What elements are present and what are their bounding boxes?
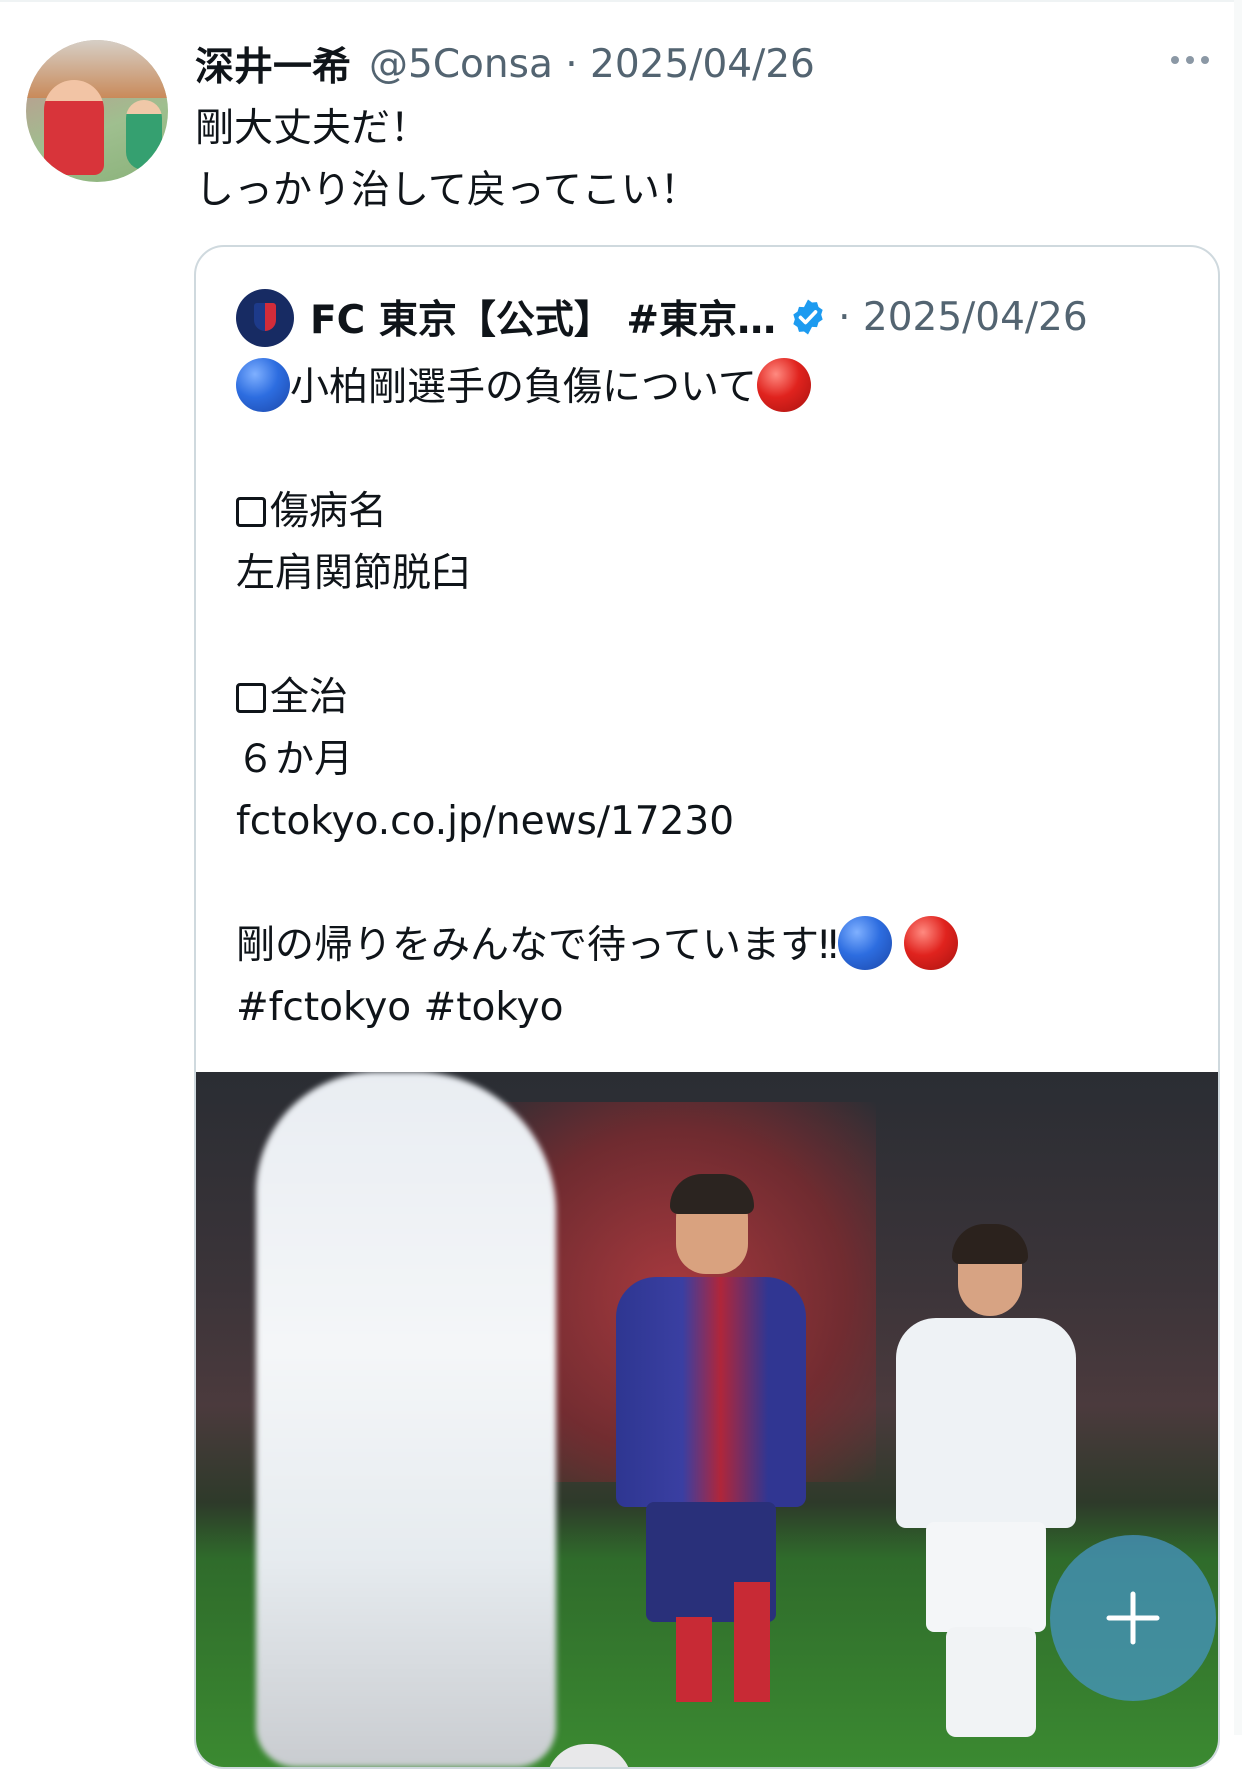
fc-tokyo-logo bbox=[254, 303, 276, 331]
avatar-person bbox=[44, 80, 104, 175]
red-circle-emoji bbox=[756, 358, 811, 412]
dot bbox=[1171, 56, 1179, 64]
avatar[interactable] bbox=[26, 40, 168, 182]
top-divider bbox=[0, 0, 1242, 2]
quote-time: · 2025/04/26 bbox=[838, 294, 1088, 340]
quote-display-name[interactable]: FC 東京【公式】 #東京… bbox=[310, 289, 776, 345]
jersey bbox=[616, 1277, 806, 1507]
quote-title: 小柏剛選手の負傷について bbox=[290, 365, 757, 410]
handle-and-time[interactable]: @5Consa · 2025/04/26 bbox=[369, 42, 815, 87]
checkbox-icon bbox=[236, 683, 266, 713]
verified-badge-icon bbox=[793, 299, 823, 335]
injury-label: 傷病名 bbox=[270, 489, 388, 534]
tweet-text-line: しっかり治して戻ってこい！ bbox=[195, 168, 699, 213]
recovery-label: 全治 bbox=[270, 675, 349, 720]
avatar-other-person bbox=[126, 100, 162, 170]
ball bbox=[546, 1744, 632, 1767]
quote-avatar[interactable] bbox=[236, 289, 294, 347]
hair bbox=[670, 1174, 754, 1214]
tweet-text: 剛大丈夫だ！ しっかり治して戻ってこい！ bbox=[195, 98, 699, 222]
jersey bbox=[896, 1318, 1076, 1528]
quote-header: FC 東京【公式】 #東京… · 2025/04/26 bbox=[310, 285, 1088, 349]
dot bbox=[1186, 56, 1194, 64]
shorts bbox=[926, 1522, 1046, 1632]
hair bbox=[952, 1224, 1028, 1264]
quote-body: 小柏剛選手の負傷について 傷病名 左肩関節脱臼 全治 ６か月 fctokyo.c… bbox=[236, 357, 1196, 1039]
red-circle-emoji bbox=[904, 916, 959, 970]
compose-button[interactable] bbox=[1050, 1535, 1216, 1701]
quote-title-line: 小柏剛選手の負傷について bbox=[236, 357, 1196, 419]
display-name[interactable]: 深井一希 bbox=[195, 36, 351, 92]
message-text: 剛の帰りをみんなで待っています‼ bbox=[236, 923, 838, 968]
tweet-header: 深井一希 @5Consa · 2025/04/26 bbox=[195, 36, 815, 92]
player-right bbox=[896, 1224, 1076, 1737]
player-center bbox=[616, 1174, 806, 1702]
news-link[interactable]: fctokyo.co.jp/news/17230 bbox=[236, 791, 1196, 853]
recovery-value: ６か月 bbox=[236, 737, 354, 782]
blue-circle-emoji bbox=[837, 916, 892, 970]
checkbox-icon bbox=[236, 497, 266, 527]
legs bbox=[946, 1627, 1036, 1737]
dot bbox=[1201, 56, 1209, 64]
blue-circle-emoji bbox=[236, 358, 290, 412]
plus-icon bbox=[1106, 1591, 1160, 1645]
right-edge bbox=[1234, 0, 1242, 1735]
injury-label-line: 傷病名 bbox=[236, 481, 1196, 543]
recovery-label-line: 全治 bbox=[236, 667, 1196, 729]
hashtags[interactable]: #fctokyo #tokyo bbox=[236, 977, 1196, 1039]
more-icon[interactable] bbox=[1160, 40, 1220, 80]
player-left bbox=[256, 1072, 556, 1767]
sock bbox=[676, 1617, 712, 1702]
message-line: 剛の帰りをみんなで待っています‼ bbox=[236, 915, 1196, 977]
injury-value: 左肩関節脱臼 bbox=[236, 551, 471, 596]
sock bbox=[734, 1582, 770, 1702]
tweet-text-line: 剛大丈夫だ！ bbox=[195, 106, 430, 151]
quoted-tweet-card[interactable]: FC 東京【公式】 #東京… · 2025/04/26 小柏剛選手の負傷について… bbox=[194, 245, 1220, 1769]
avatar-background bbox=[26, 40, 168, 98]
